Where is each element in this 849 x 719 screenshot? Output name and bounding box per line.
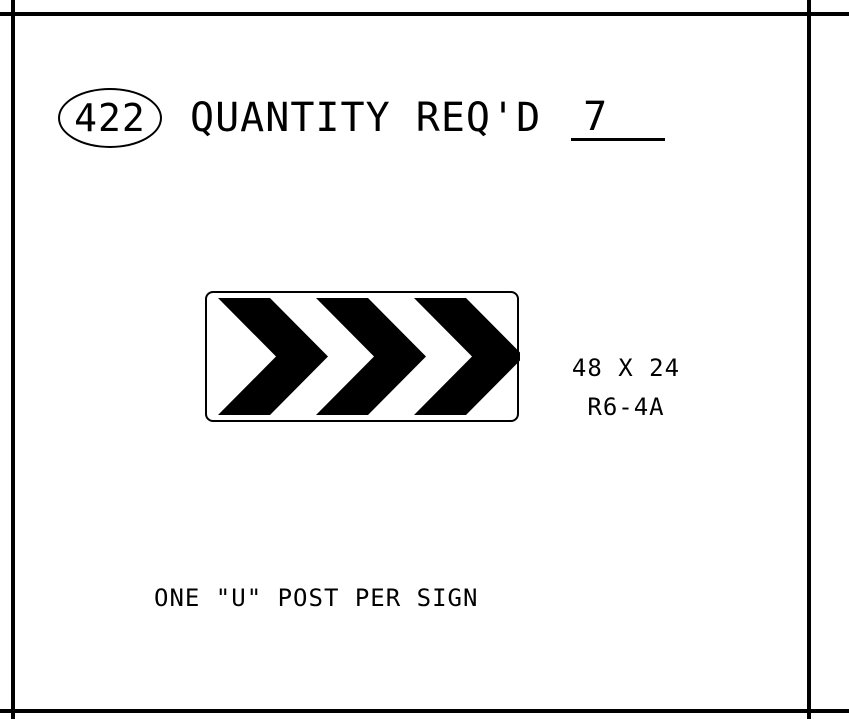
post-note: ONE "U" POST PER SIGN — [154, 584, 479, 612]
quantity-value: 7 — [571, 95, 666, 141]
border-bottom-line — [0, 709, 849, 713]
sign-size-label: 48 X 24 — [571, 354, 681, 382]
border-top-line — [0, 12, 849, 16]
chevron-sign — [205, 291, 520, 422]
quantity-header: 422 QUANTITY REQ'D 7 — [58, 86, 666, 150]
border-left-line — [11, 0, 15, 719]
item-number: 422 — [74, 96, 146, 140]
sign-code-label: R6-4A — [587, 393, 665, 421]
quantity-label: QUANTITY REQ'D — [190, 95, 542, 141]
item-number-oval: 422 — [58, 88, 162, 148]
border-right-line — [807, 0, 811, 719]
